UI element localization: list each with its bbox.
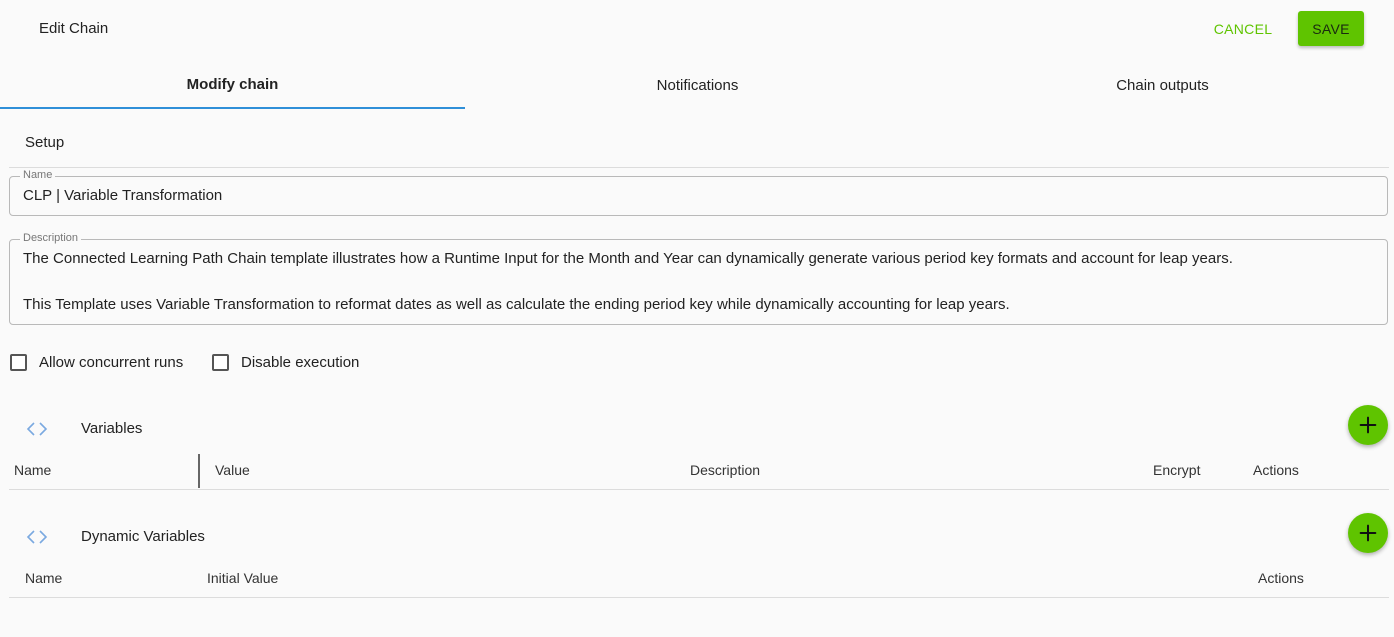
tab-chain-outputs[interactable]: Chain outputs [930,62,1394,109]
setup-divider [9,167,1389,168]
add-dynamic-variable-button[interactable] [1348,513,1388,553]
save-button[interactable]: SAVE [1298,11,1364,46]
header-bar: Edit Chain CANCEL SAVE [0,0,1394,60]
variables-title: Variables [81,420,143,437]
allow-concurrent-runs-label: Allow concurrent runs [39,353,184,371]
allow-concurrent-runs-checkbox[interactable]: Allow concurrent runs [10,351,183,373]
dynamic-variables-title: Dynamic Variables [81,528,205,545]
variables-col-value[interactable]: Value [215,462,250,478]
setup-heading: Setup [25,134,65,151]
tab-notifications[interactable]: Notifications [465,62,930,109]
page-title: Edit Chain [39,20,109,37]
disable-execution-checkbox[interactable]: Disable execution [212,351,359,373]
variables-table-divider [9,489,1389,490]
plus-icon [1359,524,1377,542]
variables-col-actions[interactable]: Actions [1253,462,1299,478]
add-variable-button[interactable] [1348,405,1388,445]
name-field-value[interactable]: CLP | Variable Transformation [23,187,222,204]
name-field[interactable]: Name CLP | Variable Transformation [9,169,1388,216]
dynamic-variables-table-divider [9,597,1389,598]
checkbox-icon[interactable] [10,353,27,371]
code-icon [26,422,48,436]
description-field-label: Description [20,232,82,244]
dynamic-variables-col-actions[interactable]: Actions [1258,570,1304,586]
disable-execution-label: Disable execution [241,353,360,371]
dynamic-variables-col-name[interactable]: Name [25,570,62,586]
variables-col-description[interactable]: Description [690,462,760,478]
variables-col-encrypt[interactable]: Encrypt [1153,462,1200,478]
tab-bar: Modify chain Notifications Chain outputs [0,62,1394,109]
plus-icon [1359,416,1377,434]
column-resizer[interactable] [198,454,200,488]
tab-modify-chain[interactable]: Modify chain [0,62,465,109]
description-line-1[interactable]: The Connected Learning Path Chain templa… [23,250,1233,267]
name-field-label: Name [20,169,56,181]
variables-col-name[interactable]: Name [14,462,51,478]
description-line-2[interactable]: This Template uses Variable Transformati… [23,296,1010,313]
description-field[interactable]: Description The Connected Learning Path … [9,232,1388,325]
dynamic-variables-col-initial-value[interactable]: Initial Value [207,570,278,586]
checkbox-icon[interactable] [212,353,229,371]
cancel-button[interactable]: CANCEL [1203,12,1283,45]
code-icon [26,530,48,544]
variables-section-header: Variables [25,417,142,441]
dynamic-variables-section-header: Dynamic Variables [25,525,205,549]
